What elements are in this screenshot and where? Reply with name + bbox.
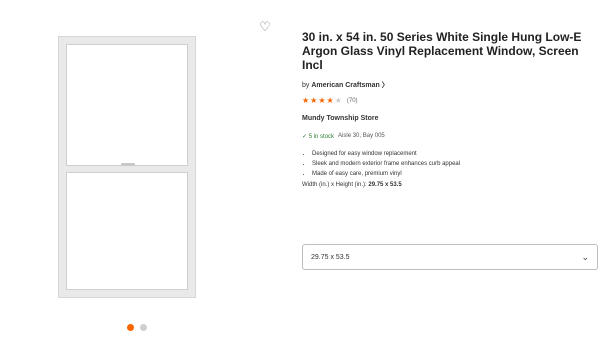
size-value: 29.75 x 53.5 — [368, 182, 402, 188]
star-half-icon: ★ — [334, 96, 343, 105]
chevron-down-icon: ⌄ — [581, 251, 589, 262]
rating[interactable]: ★★★★★ (70) — [302, 96, 598, 105]
stock-status: ✓ 5 in stock — [302, 134, 335, 140]
feature-bullet: Designed for easy window replacement — [312, 149, 598, 159]
size-select[interactable]: 29.75 x 53.5 ⌄ — [302, 244, 598, 270]
size-select-value: 29.75 x 53.5 — [311, 253, 350, 261]
brand-line: by American Craftsman 〉 — [302, 80, 598, 90]
heart-icon[interactable]: ♡ — [258, 20, 272, 34]
size-label: Width (in.) x Height (in.): — [302, 182, 367, 188]
product-info: 30 in. x 54 in. 50 Series White Single H… — [302, 30, 598, 188]
stock-info: ✓ 5 in stock Aisle 30, Bay 005 — [302, 133, 598, 140]
star-icon: ★ — [326, 96, 335, 105]
brand-name: American Craftsman — [311, 82, 380, 89]
aisle-bay: Aisle 30, Bay 005 — [338, 133, 385, 139]
rating-stars: ★★★★★ — [302, 96, 343, 105]
feature-bullet: Sleek and modern exterior frame enhances… — [312, 159, 598, 169]
gallery-dot[interactable] — [140, 324, 147, 331]
star-icon: ★ — [318, 96, 327, 105]
product-image-gallery: ♡ — [0, 0, 290, 337]
gallery-dot-active[interactable] — [127, 324, 134, 331]
window-lower-sash — [66, 172, 188, 290]
window-lock — [121, 163, 135, 166]
product-title: 30 in. x 54 in. 50 Series White Single H… — [302, 30, 582, 72]
review-count[interactable]: (70) — [347, 98, 358, 104]
feature-bullets: Designed for easy window replacement Sle… — [302, 149, 598, 179]
brand-link[interactable]: American Craftsman 〉 — [311, 82, 388, 89]
product-image-window[interactable] — [58, 36, 196, 298]
chevron-right-icon: 〉 — [381, 82, 389, 89]
size-line: Width (in.) x Height (in.): 29.75 x 53.5 — [302, 182, 598, 188]
window-upper-sash — [66, 44, 188, 166]
star-icon: ★ — [302, 96, 311, 105]
feature-bullet: Made of easy care, premium vinyl — [312, 169, 598, 179]
store-name[interactable]: Mundy Township Store — [302, 115, 598, 122]
brand-prefix: by — [302, 82, 310, 89]
gallery-pagination — [127, 324, 147, 331]
